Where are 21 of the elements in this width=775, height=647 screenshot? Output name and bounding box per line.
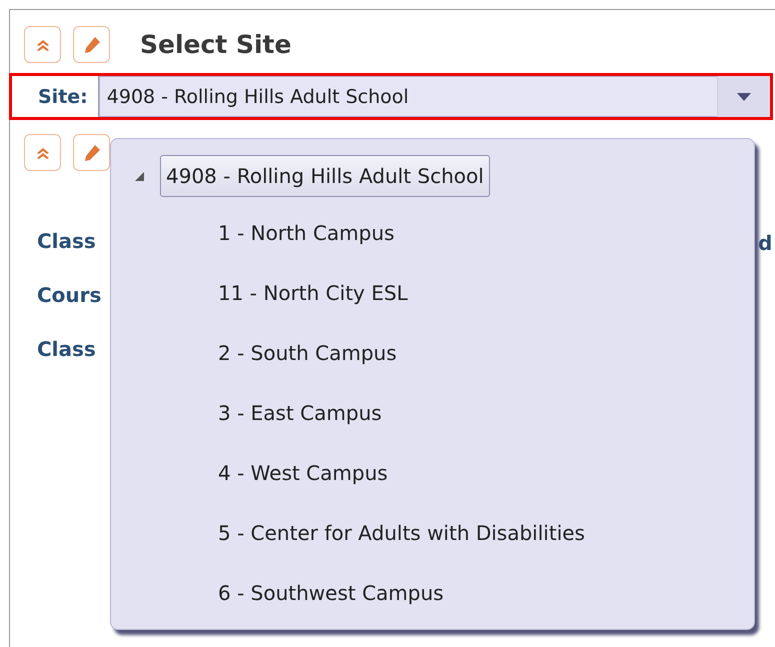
expand-triangle-icon[interactable] [135,172,144,180]
site-dropdown[interactable]: 4908 - Rolling Hills Adult School [98,76,770,117]
tree-item[interactable]: 6 - Southwest Campus [111,563,445,623]
tree-item[interactable]: 11 - North City ESL [111,263,409,323]
form-label: d [758,231,772,255]
collapse-button[interactable] [24,134,61,171]
form-label: Class [37,336,96,363]
edit-button[interactable] [73,134,110,171]
edit-button[interactable] [73,26,110,63]
tree-item[interactable]: 5 - Center for Adults with Disabilities [111,503,586,563]
form-label: Class [37,228,96,255]
collapse-button[interactable] [24,26,61,63]
tree-item[interactable]: 1 - North Campus [111,203,396,263]
section-title: Select Site [140,30,292,59]
tree-item[interactable]: 2 - South Campus [111,323,398,383]
tree-item[interactable]: 4908 - Rolling Hills Adult School [160,155,490,197]
tree-item[interactable]: 3 - East Campus [111,383,383,443]
tree-item[interactable]: 4 - West Campus [111,443,389,503]
form-label: Cours [37,282,102,309]
dropdown-arrow-icon [737,92,751,100]
field-label: Site: [37,86,89,108]
